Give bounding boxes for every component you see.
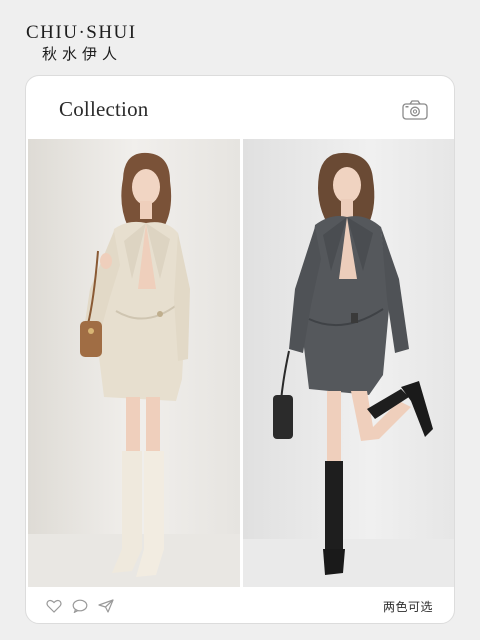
heart-icon[interactable] <box>46 599 62 613</box>
card-action-bar: 两色可选 <box>26 587 454 623</box>
brand-logo: CHIU·SHUI 秋水伊人 <box>26 22 137 64</box>
brand-name-cn: 秋水伊人 <box>42 45 123 63</box>
model-cream-illustration <box>28 139 240 587</box>
product-photo-grey[interactable] <box>243 139 454 587</box>
brand-name-en: CHIU·SHUI <box>26 22 137 43</box>
card-title: Collection <box>59 97 149 121</box>
collection-card: Collection 两色可选 <box>25 75 455 624</box>
comment-icon[interactable] <box>72 599 88 613</box>
color-options-label: 两色可选 <box>382 600 433 614</box>
camera-icon[interactable] <box>402 100 428 120</box>
product-photo-cream[interactable] <box>28 139 240 587</box>
model-grey-illustration <box>243 139 454 587</box>
share-icon[interactable] <box>98 599 114 613</box>
